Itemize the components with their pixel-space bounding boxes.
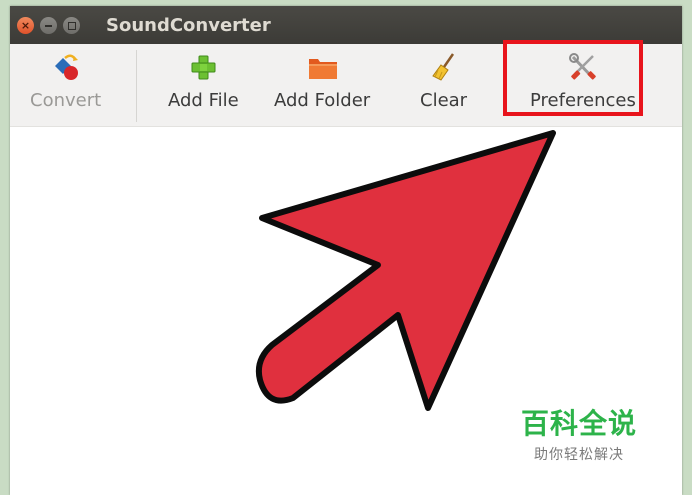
watermark-subtitle: 助你轻松解决 — [534, 447, 624, 463]
watermark-title: 百科全说 — [520, 407, 637, 440]
watermark: 百科全说 助你轻松解决 — [514, 402, 644, 464]
